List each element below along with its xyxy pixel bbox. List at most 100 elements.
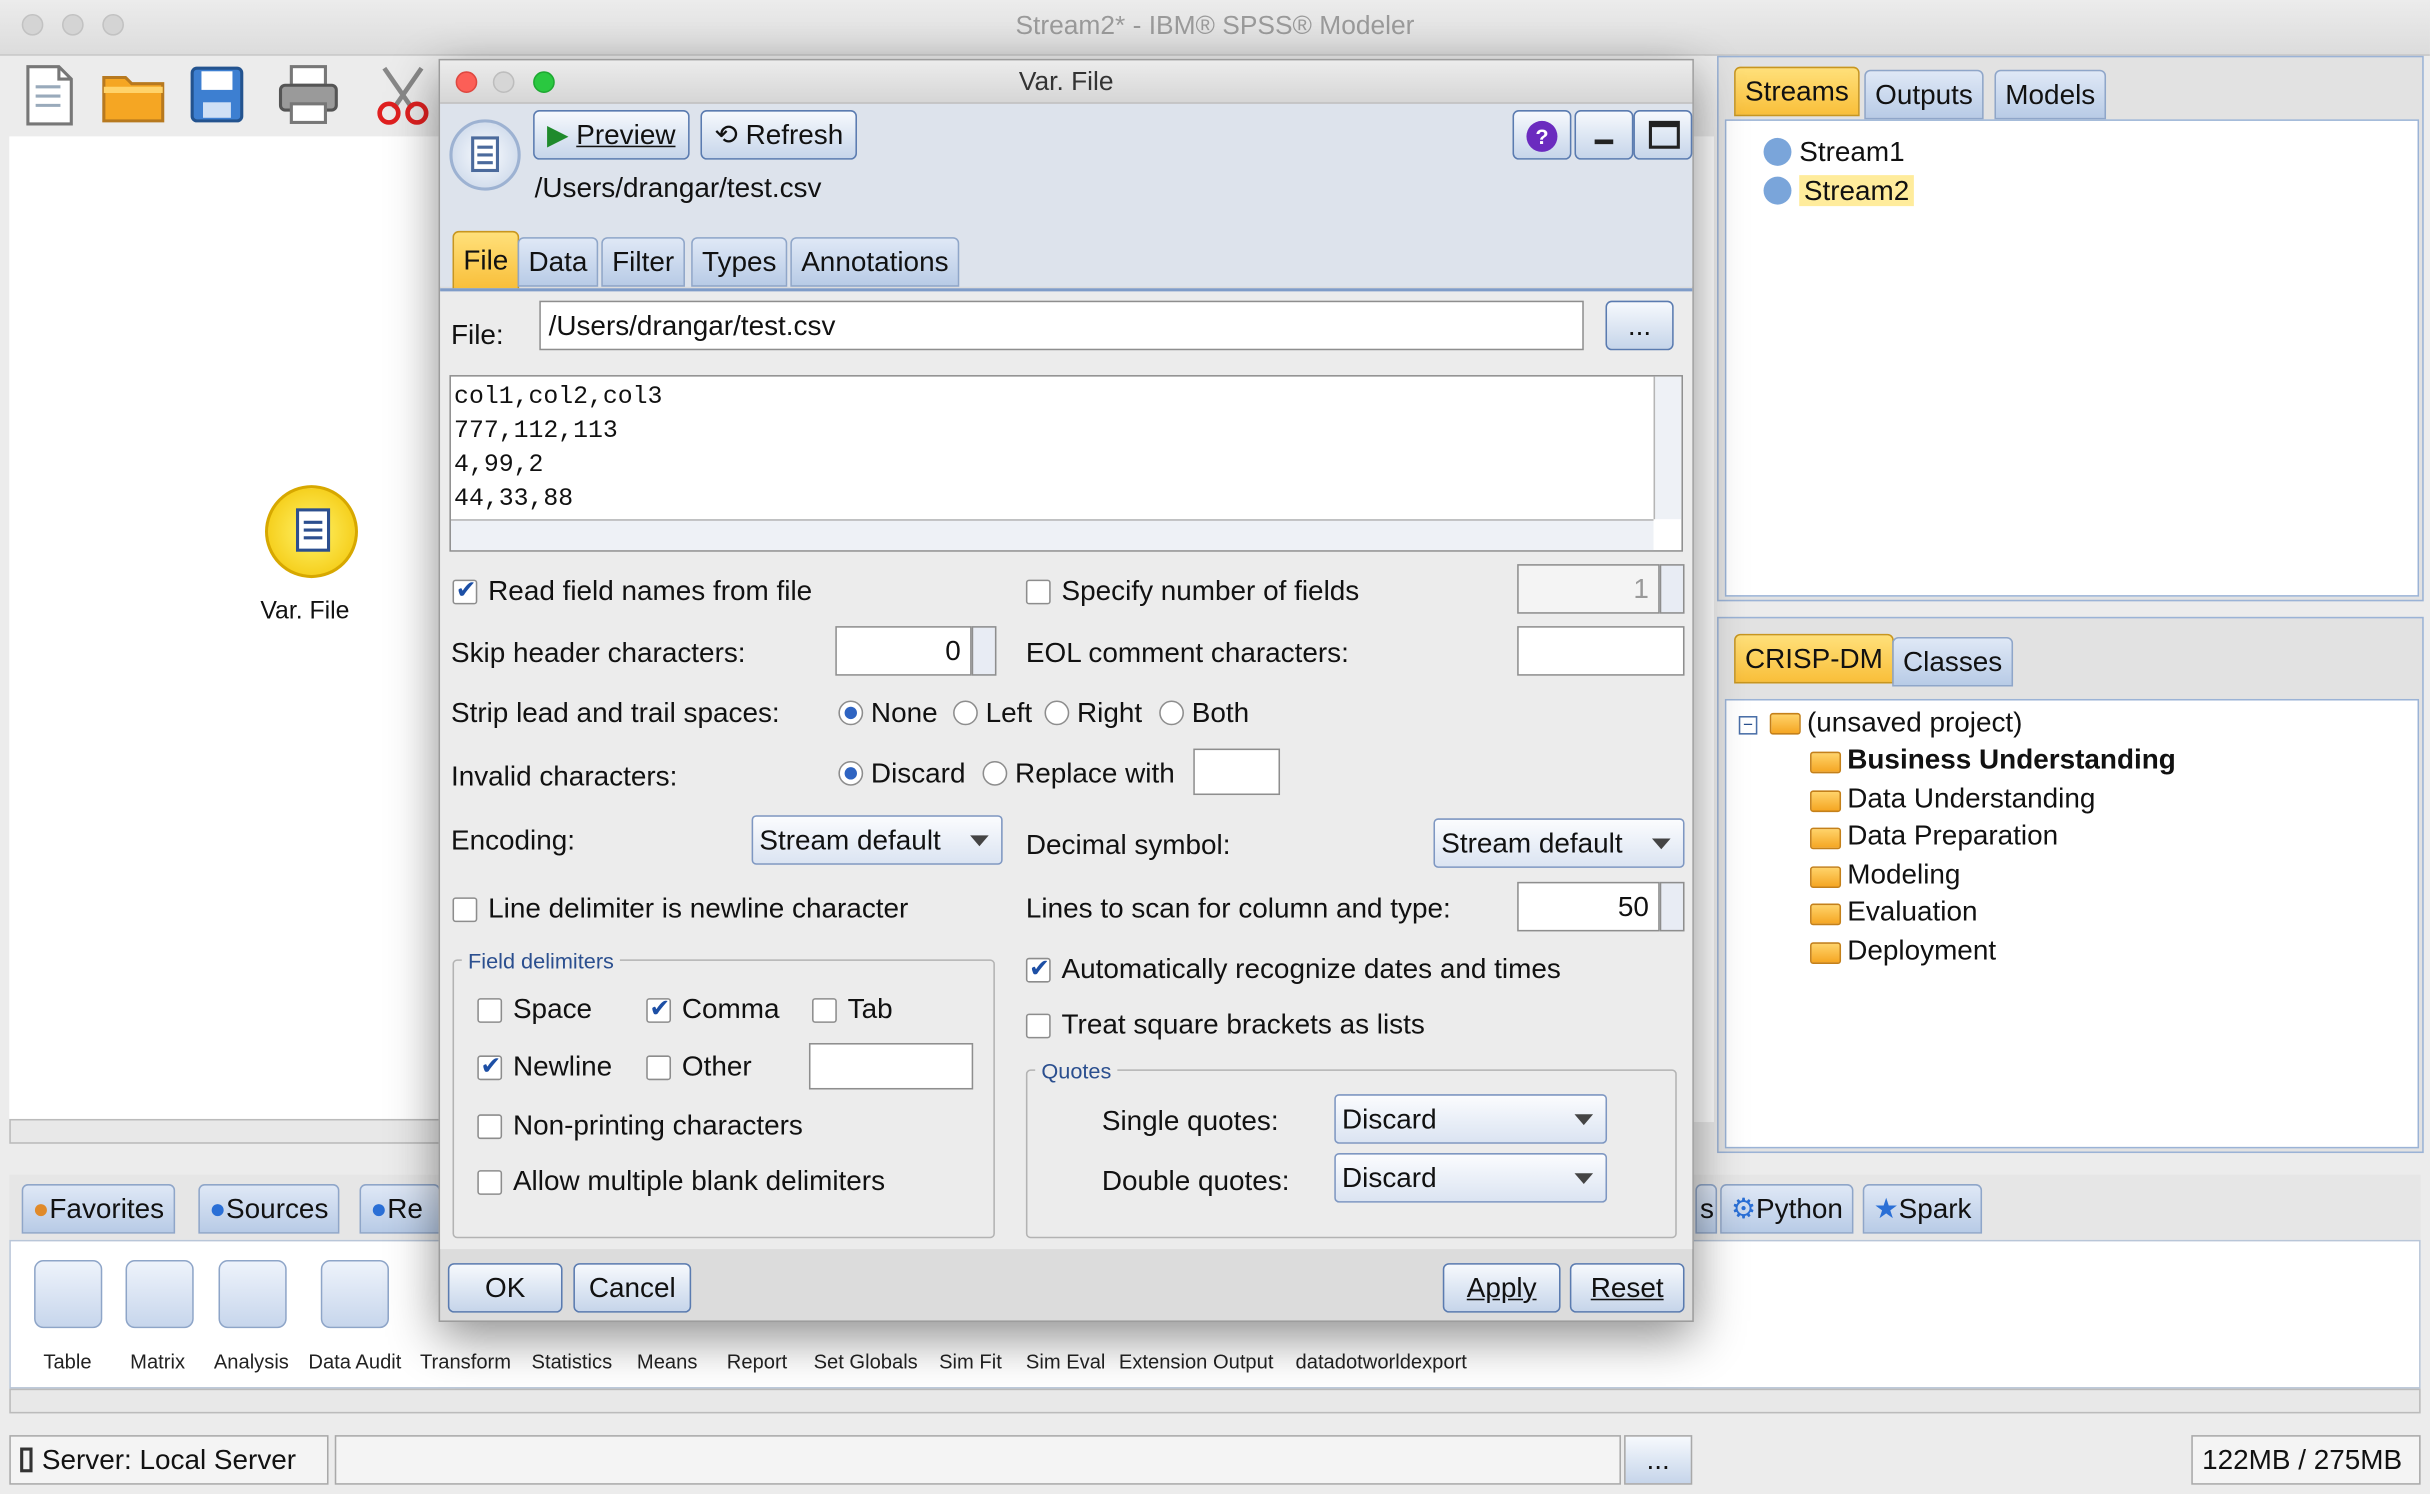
file-preview-area[interactable]: col1,col2,col3 777,112,113 4,99,2 44,33,… <box>449 375 1683 552</box>
new-file-icon[interactable] <box>19 62 81 127</box>
server-status[interactable]: Server: Local Server <box>9 1435 329 1485</box>
tab-filter[interactable]: Filter <box>601 237 685 287</box>
strip-left-radio[interactable] <box>953 700 978 726</box>
delim-other-input[interactable] <box>808 1043 974 1090</box>
var-file-node[interactable] <box>264 485 358 579</box>
folder-business-understanding[interactable]: Business Understanding <box>1847 744 2176 777</box>
tab-classes[interactable]: Classes <box>1892 636 2014 687</box>
project-tree: − (unsaved project) Business Understandi… <box>1724 698 2420 1149</box>
chevron-down-icon <box>1574 1114 1594 1126</box>
delim-other-checkbox[interactable] <box>646 1055 672 1081</box>
canvas-hscrollbar[interactable] <box>9 1118 444 1144</box>
browse-button[interactable]: ... <box>1605 300 1674 351</box>
replace-with-input[interactable] <box>1193 748 1281 796</box>
delim-newline-checkbox[interactable] <box>477 1051 503 1082</box>
nonprint-label: Non-printing characters <box>512 1109 803 1141</box>
lines-scan-stepper[interactable] <box>1659 881 1685 932</box>
num-fields-input[interactable]: 1 <box>1517 564 1660 614</box>
tab-models[interactable]: Models <box>1994 69 2107 120</box>
tab-sources[interactable]: ●Sources <box>198 1184 340 1234</box>
print-icon[interactable] <box>276 62 338 127</box>
folder-icon <box>1810 790 1842 813</box>
file-path-input[interactable]: /Users/drangar/test.csv <box>539 300 1584 351</box>
lines-scan-input[interactable]: 50 <box>1517 881 1660 932</box>
tab-crisp-dm[interactable]: CRISP-DM <box>1734 633 1894 684</box>
stream-item-1[interactable]: Stream1 <box>1763 136 1905 169</box>
double-quotes-select[interactable]: Discard <box>1334 1153 1608 1203</box>
tab-file[interactable]: File <box>452 230 520 290</box>
python-icon: ⚙ <box>1731 1193 1757 1225</box>
preview-button[interactable]: ▶ Preview <box>533 110 690 160</box>
invalid-replace-radio[interactable] <box>982 760 1008 786</box>
strip-right-radio[interactable] <box>1044 700 1070 726</box>
tab-types[interactable]: Types <box>691 237 788 287</box>
strip-left-label: Left <box>985 697 1033 729</box>
apply-button[interactable]: Apply <box>1442 1263 1561 1313</box>
palette-label: Data Audit <box>308 1349 402 1374</box>
skip-header-stepper[interactable] <box>971 626 997 676</box>
tab-outputs[interactable]: Outputs <box>1864 69 1984 120</box>
reset-button[interactable]: Reset <box>1569 1263 1685 1313</box>
nonprint-checkbox[interactable] <box>477 1114 503 1140</box>
main-titlebar: Stream2* - IBM® SPSS® Modeler <box>0 0 2430 56</box>
eol-comment-input[interactable] <box>1517 626 1685 676</box>
single-quotes-select[interactable]: Discard <box>1334 1094 1608 1144</box>
stream-item-2[interactable]: Stream2 <box>1763 175 1914 208</box>
palette-label: Report <box>726 1349 788 1374</box>
folder-icon <box>1810 827 1842 850</box>
tab-spark[interactable]: ★Spark <box>1862 1184 1983 1234</box>
preview-vscrollbar[interactable] <box>1653 376 1682 520</box>
invalid-discard-radio[interactable] <box>838 760 864 786</box>
tab-python[interactable]: ⚙Python <box>1720 1184 1854 1234</box>
help-button[interactable]: ? <box>1512 110 1572 160</box>
delim-tab-checkbox[interactable] <box>812 998 837 1023</box>
tab-data[interactable]: Data <box>517 237 599 287</box>
data-audit-node-icon[interactable] <box>320 1259 389 1329</box>
folder-data-understanding[interactable]: Data Understanding <box>1847 783 2095 816</box>
delim-tab-label: Tab <box>847 993 893 1025</box>
palette-hscrollbar[interactable] <box>9 1388 2421 1414</box>
strip-both-radio[interactable] <box>1159 700 1184 726</box>
tab-record-ops[interactable]: ●Re <box>359 1184 441 1234</box>
preview-line: col1,col2,col3 <box>454 382 663 411</box>
auto-dates-checkbox[interactable] <box>1025 953 1051 984</box>
palette-label: Extension Output <box>1118 1349 1274 1374</box>
refresh-button[interactable]: ⟲ Refresh <box>700 110 858 160</box>
folder-data-preparation[interactable]: Data Preparation <box>1847 820 2058 853</box>
decimal-symbol-select[interactable]: Stream default <box>1433 818 1685 868</box>
cut-icon[interactable] <box>369 62 431 127</box>
maximize-dialog-button[interactable] <box>1633 110 1693 160</box>
specify-fields-checkbox[interactable] <box>1025 579 1051 605</box>
folder-evaluation[interactable]: Evaluation <box>1847 896 1977 929</box>
folder-modeling[interactable]: Modeling <box>1847 859 1960 892</box>
tab-annotations[interactable]: Annotations <box>790 237 960 287</box>
save-icon[interactable] <box>186 62 248 127</box>
read-names-checkbox[interactable] <box>452 575 478 606</box>
multi-blank-checkbox[interactable] <box>477 1170 503 1195</box>
delim-newline-label: Newline <box>512 1050 613 1082</box>
skip-header-input[interactable]: 0 <box>835 626 972 676</box>
folder-deployment[interactable]: Deployment <box>1847 935 1996 968</box>
line-delim-checkbox[interactable] <box>452 897 478 923</box>
num-fields-stepper[interactable] <box>1659 564 1685 614</box>
matrix-node-icon[interactable] <box>125 1259 194 1329</box>
tab-partial[interactable]: s <box>1695 1184 1718 1234</box>
table-node-icon[interactable] <box>34 1259 103 1329</box>
preview-hscrollbar[interactable] <box>450 519 1654 551</box>
cancel-button[interactable]: Cancel <box>573 1263 692 1313</box>
collapse-icon[interactable]: − <box>1738 716 1758 735</box>
minimize-dialog-button[interactable] <box>1574 110 1634 160</box>
analysis-node-icon[interactable] <box>218 1259 287 1329</box>
delim-comma-checkbox[interactable] <box>646 993 672 1024</box>
ok-button[interactable]: OK <box>447 1263 563 1313</box>
strip-none-radio[interactable] <box>838 700 864 726</box>
open-folder-icon[interactable] <box>99 62 165 127</box>
tab-streams[interactable]: Streams <box>1734 66 1860 117</box>
square-brackets-checkbox[interactable] <box>1025 1013 1051 1039</box>
tab-favorites[interactable]: ●Favorites <box>21 1184 175 1234</box>
delim-space-checkbox[interactable] <box>477 998 503 1023</box>
palette-label: Analysis <box>213 1349 289 1374</box>
encoding-select[interactable]: Stream default <box>751 815 1003 865</box>
project-root[interactable]: (unsaved project) <box>1807 707 2023 740</box>
status-more-button[interactable]: ... <box>1624 1435 1693 1485</box>
